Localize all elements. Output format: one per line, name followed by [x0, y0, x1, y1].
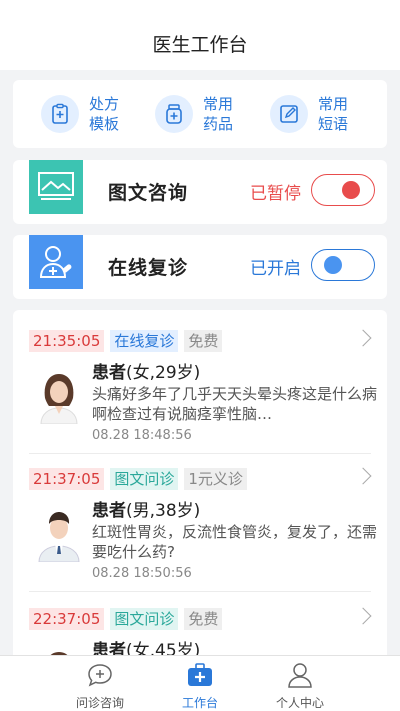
patient-prefix: 患者 — [92, 501, 126, 521]
time-tag: 21:37:05 — [29, 468, 105, 490]
type-tag: 图文问诊 — [110, 608, 179, 630]
consult-list: 21:35:05 在线复诊 免费 患者(女,29岁) 头痛好多年了几乎天天头晕头… — [13, 310, 387, 670]
type-tag: 图文问诊 — [110, 468, 179, 490]
workbench-icon — [188, 663, 212, 686]
consult-description: 头痛好多年了几乎天天头晕头疼这是什么病啊检查过有说脑痉挛性脑… — [92, 385, 378, 423]
avatar — [33, 368, 85, 425]
divider — [29, 453, 371, 454]
medicine-bottle-icon — [155, 95, 193, 133]
item-tags: 22:37:05 图文问诊 免费 — [29, 608, 228, 630]
fee-tag: 免费 — [184, 608, 223, 630]
quick-label: 常用短语 — [318, 95, 349, 133]
quick-label: 处方模板 — [89, 95, 120, 133]
patient-info: (女,29岁) — [126, 363, 201, 383]
consult-description: 红斑性胃炎，反流性食管炎，复发了，还需要吃什么药? — [92, 523, 378, 561]
service-state: 已暂停 — [250, 184, 301, 204]
online-revisit-toggle[interactable] — [311, 249, 375, 281]
tab-label: 工作台 — [181, 696, 218, 710]
service-name: 在线复诊 — [108, 257, 189, 279]
patient-name: 患者(女,29岁) — [92, 358, 200, 383]
quick-actions-card: 处方模板 常用药品 常用短语 — [13, 80, 387, 148]
divider — [29, 591, 371, 592]
list-item[interactable]: 21:35:05 在线复诊 免费 患者(女,29岁) 头痛好多年了几乎天天头晕头… — [13, 320, 387, 462]
quick-prescription-template[interactable]: 处方模板 — [41, 94, 129, 134]
image-text-consult-card: 图文咨询 已暂停 — [13, 160, 387, 224]
chevron-right-icon — [354, 467, 372, 485]
person-icon — [288, 663, 312, 688]
type-tag: 在线复诊 — [110, 330, 179, 352]
list-item[interactable]: 21:37:05 图文问诊 1元义诊 患者(男,38岁) 红斑性胃炎，反流性食管… — [13, 458, 387, 600]
quick-common-medicine[interactable]: 常用药品 — [155, 94, 243, 134]
quick-label: 常用药品 — [203, 95, 234, 133]
patient-name: 患者(男,38岁) — [92, 496, 200, 521]
consult-date: 08.28 18:50:56 — [92, 566, 192, 581]
service-state: 已开启 — [250, 259, 301, 279]
fee-tag: 免费 — [184, 330, 223, 352]
fee-tag: 1元义诊 — [184, 468, 247, 490]
app-header: 医生工作台 — [0, 0, 400, 70]
chevron-right-icon — [354, 607, 372, 625]
tab-label: 个人中心 — [275, 696, 324, 710]
item-tags: 21:35:05 在线复诊 免费 — [29, 330, 228, 352]
patient-info: (男,38岁) — [126, 501, 201, 521]
patient-prefix: 患者 — [92, 363, 126, 383]
bottom-tab-bar: 问诊咨询 工作台 个人中心 — [0, 655, 400, 711]
prescription-template-icon — [41, 95, 79, 133]
tab-label: 问诊咨询 — [75, 696, 124, 710]
time-tag: 21:35:05 — [29, 330, 105, 352]
toggle-knob — [342, 181, 360, 199]
online-revisit-icon — [29, 235, 83, 289]
tab-workbench[interactable]: 工作台 — [150, 662, 250, 711]
toggle-knob — [324, 256, 342, 274]
consult-date: 08.28 18:48:56 — [92, 428, 192, 443]
quick-common-phrase[interactable]: 常用短语 — [270, 94, 358, 134]
tab-personal-center[interactable]: 个人中心 — [250, 662, 350, 711]
image-text-consult-toggle[interactable] — [311, 174, 375, 206]
edit-phrase-icon — [270, 95, 308, 133]
avatar — [33, 506, 85, 563]
service-name: 图文咨询 — [108, 182, 189, 204]
item-tags: 21:37:05 图文问诊 1元义诊 — [29, 468, 253, 490]
tab-consult[interactable]: 问诊咨询 — [50, 662, 150, 711]
image-text-consult-icon — [29, 160, 83, 214]
page-title: 医生工作台 — [152, 33, 248, 56]
chevron-right-icon — [354, 329, 372, 347]
chat-consult-icon — [88, 664, 112, 687]
online-revisit-card: 在线复诊 已开启 — [13, 235, 387, 299]
time-tag: 22:37:05 — [29, 608, 105, 630]
